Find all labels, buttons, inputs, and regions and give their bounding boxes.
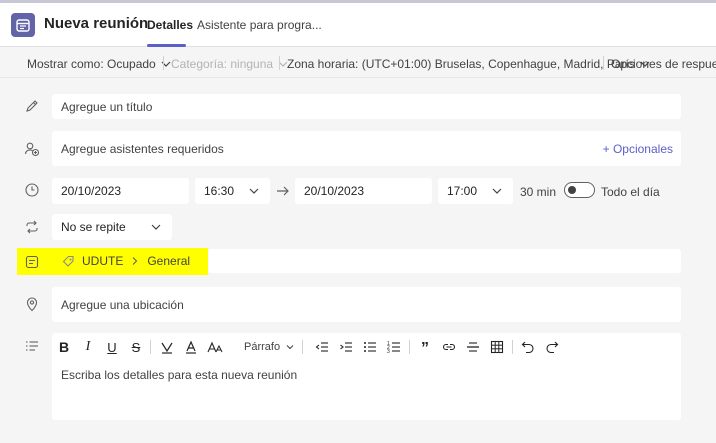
attendees-input[interactable]: Agregue asistentes requeridos + Opcional… bbox=[52, 131, 681, 166]
divider bbox=[279, 56, 280, 70]
italic-icon[interactable]: I bbox=[80, 339, 96, 355]
show-as-dropdown[interactable]: Mostrar como: Ocupado bbox=[27, 57, 172, 71]
toolbar-divider bbox=[512, 340, 513, 354]
timezone-label: Zona horaria: (UTC+01:00) Bruselas, Cope… bbox=[287, 57, 635, 71]
text-list-icon bbox=[26, 341, 38, 351]
category-label: Categoría: ninguna bbox=[171, 57, 274, 71]
chevron-right-icon bbox=[132, 257, 138, 265]
options-bar: Mostrar como: Ocupado Categoría: ninguna… bbox=[0, 48, 716, 78]
start-time-dropdown[interactable]: 16:30 bbox=[195, 178, 270, 204]
divider bbox=[163, 56, 164, 70]
attendees-placeholder: Agregue asistentes requeridos bbox=[61, 141, 224, 156]
undo-icon[interactable] bbox=[520, 339, 536, 355]
channel-team: UDUTE bbox=[82, 254, 124, 268]
show-as-label: Mostrar como: Ocupado bbox=[27, 57, 156, 71]
title-placeholder: Agregue un título bbox=[61, 99, 153, 114]
tab-details[interactable]: Detalles bbox=[147, 18, 193, 32]
horizontal-rule-icon[interactable] bbox=[465, 339, 481, 355]
svg-text:3: 3 bbox=[387, 349, 390, 354]
increase-indent-icon[interactable] bbox=[338, 339, 354, 355]
start-date-value: 20/10/2023 bbox=[61, 184, 122, 198]
highlighter-icon[interactable] bbox=[159, 339, 175, 355]
start-date-input[interactable]: 20/10/2023 bbox=[52, 178, 189, 204]
chevron-down-icon bbox=[161, 61, 171, 67]
details-placeholder: Escriba los detalles para esta nueva reu… bbox=[61, 368, 298, 382]
toolbar-divider bbox=[302, 340, 303, 354]
bullet-list-icon[interactable] bbox=[362, 339, 378, 355]
channel-icon bbox=[25, 255, 39, 269]
pencil-icon bbox=[26, 100, 38, 112]
chevron-down-icon bbox=[492, 188, 502, 194]
chevron-down-icon bbox=[286, 345, 294, 350]
all-day-label: Todo el día bbox=[601, 185, 660, 199]
channel-selector[interactable]: UDUTE General bbox=[62, 254, 190, 268]
title-input[interactable]: Agregue un título bbox=[52, 94, 681, 119]
tab-scheduling-assistant[interactable]: Asistente para progra... bbox=[197, 18, 322, 32]
category-dropdown[interactable]: Categoría: ninguna bbox=[171, 57, 289, 71]
strikethrough-icon[interactable]: S bbox=[128, 339, 144, 355]
channel-field-rest[interactable] bbox=[208, 249, 681, 273]
page-title: Nueva reunión bbox=[44, 15, 149, 32]
start-time-value: 16:30 bbox=[204, 184, 235, 198]
table-icon[interactable] bbox=[489, 339, 505, 355]
calendar-icon bbox=[11, 13, 35, 37]
link-icon[interactable] bbox=[441, 339, 457, 355]
divider bbox=[603, 56, 604, 70]
location-input[interactable]: Agregue una ubicación bbox=[52, 287, 681, 322]
duration-label: 30 min bbox=[520, 185, 557, 199]
location-placeholder: Agregue una ubicación bbox=[61, 297, 184, 312]
clock-icon bbox=[25, 183, 39, 197]
toolbar-divider bbox=[409, 340, 410, 354]
header: Nueva reunión Detalles Asistente para pr… bbox=[0, 3, 716, 47]
toolbar-divider bbox=[150, 340, 151, 354]
channel-name: General bbox=[147, 254, 191, 268]
repeat-value: No se repite bbox=[61, 220, 126, 234]
timezone-dropdown[interactable]: Zona horaria: (UTC+01:00) Bruselas, Cope… bbox=[287, 57, 651, 71]
chevron-down-icon bbox=[249, 188, 259, 194]
bold-icon[interactable]: B bbox=[56, 339, 72, 355]
active-tab-indicator bbox=[147, 44, 186, 47]
paragraph-style-dropdown[interactable]: Párrafo bbox=[244, 341, 295, 353]
end-date-input[interactable]: 20/10/2023 bbox=[295, 178, 432, 204]
decrease-indent-icon[interactable] bbox=[314, 339, 330, 355]
tag-icon bbox=[62, 255, 74, 267]
repeat-dropdown[interactable]: No se repite bbox=[52, 214, 172, 240]
chevron-down-icon bbox=[151, 224, 161, 230]
response-options-dropdown[interactable]: Opciones de respuesta bbox=[611, 57, 716, 71]
quote-icon[interactable]: ” bbox=[417, 339, 433, 357]
toggle-knob bbox=[568, 186, 576, 194]
end-time-dropdown[interactable]: 17:00 bbox=[438, 178, 513, 204]
all-day-toggle[interactable] bbox=[564, 182, 595, 198]
font-color-icon[interactable] bbox=[183, 339, 199, 355]
redo-icon[interactable] bbox=[544, 339, 560, 355]
optional-attendees-link[interactable]: + Opcionales bbox=[603, 142, 673, 156]
font-size-icon[interactable] bbox=[207, 339, 223, 355]
paragraph-label: Párrafo bbox=[244, 341, 281, 353]
repeat-icon bbox=[26, 220, 38, 234]
response-options-label: Opciones de respuesta bbox=[611, 57, 716, 71]
location-pin-icon bbox=[26, 297, 38, 312]
end-time-value: 17:00 bbox=[447, 184, 478, 198]
add-person-icon bbox=[24, 142, 40, 157]
underline-icon[interactable]: U bbox=[104, 339, 120, 355]
numbered-list-icon[interactable]: 123 bbox=[386, 339, 402, 355]
end-date-value: 20/10/2023 bbox=[304, 184, 365, 198]
arrow-right-icon bbox=[277, 186, 289, 196]
